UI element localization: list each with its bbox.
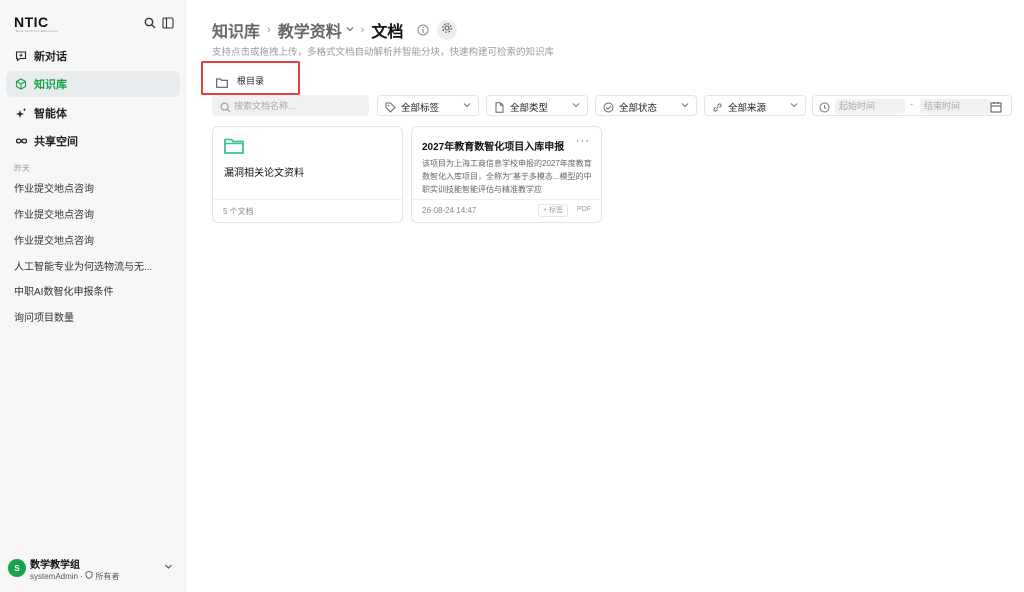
breadcrumb-root[interactable]: 知识库 [212, 18, 260, 42]
breadcrumb-parent[interactable]: 教学资料 [278, 18, 342, 42]
tag-filter-select[interactable]: 全部标签 [377, 95, 479, 116]
chevron-down-icon [572, 101, 580, 111]
root-folder-chip[interactable]: 根目录 [201, 61, 300, 95]
tag-icon [385, 100, 396, 113]
history-item[interactable]: 人工智能专业为何选物流与无... [14, 258, 174, 273]
avatar: S [8, 559, 26, 577]
source-filter-select[interactable]: 全部来源 [704, 95, 806, 116]
folder-icon [216, 75, 228, 88]
chevron-right-icon: › [360, 24, 365, 36]
user-name: 数学教学组 [30, 560, 80, 571]
clock-icon [819, 100, 830, 113]
chat-icon [14, 49, 28, 63]
document-title: 2027年教育数智化项目入库申报 [422, 142, 565, 153]
more-options-button[interactable]: ··· [576, 135, 590, 147]
cube-icon [14, 77, 28, 91]
document-card[interactable]: 2027年教育数智化项目入库申报 ··· 该项目为上海工商信息学校申报的2027… [411, 126, 602, 223]
chevron-down-icon[interactable] [346, 25, 354, 35]
sidebar-toggle-icon[interactable] [161, 16, 175, 30]
nav-label: 新对话 [34, 51, 67, 63]
history-item[interactable]: 作业提交地点咨询 [14, 180, 174, 195]
history-item[interactable]: 作业提交地点咨询 [14, 232, 174, 247]
history-section-label: 昨天 [14, 164, 30, 173]
document-date: 26-08-24 14:47 [422, 206, 477, 215]
add-tag-button[interactable]: + 标签 [538, 204, 569, 217]
document-description: 该项目为上海工商信息学校申报的2027年度教育数智化入库项目，全称为"基于多模态… [422, 159, 592, 194]
nav-new-chat[interactable]: 新对话 [6, 43, 180, 69]
sidebar-header: NTIC New Tech for Education [12, 14, 178, 34]
end-date-input[interactable]: 结束时间 [920, 99, 990, 114]
search-input[interactable] [234, 97, 364, 114]
start-date-input[interactable]: 起始时间 [835, 99, 905, 114]
user-role: systemAdmin · 所有者 [30, 571, 120, 581]
document-search [212, 95, 369, 116]
root-folder-label: 根目录 [237, 76, 265, 86]
status-filter-label: 全部状态 [619, 103, 658, 114]
folder-card[interactable]: 漏洞相关论文资料 5 个文档 [212, 126, 403, 223]
search-icon [220, 100, 231, 113]
card-footer: 5 个文档 [213, 199, 402, 222]
link-icon [712, 100, 723, 112]
chevron-down-icon [463, 101, 471, 111]
date-range-picker: 起始时间 - 结束时间 [812, 95, 1012, 116]
breadcrumb: 知识库 › 教学资料 › 文档 [212, 18, 458, 42]
app-logo[interactable]: NTIC New Tech for Education [14, 14, 58, 33]
nav-agents[interactable]: 智能体 [6, 100, 180, 126]
tag-filter-label: 全部标签 [401, 103, 440, 114]
settings-button[interactable] [437, 20, 458, 40]
calendar-icon[interactable] [990, 100, 1002, 113]
history-item[interactable]: 作业提交地点咨询 [14, 206, 174, 221]
sidebar: NTIC New Tech for Education 新对话 知识库 智能体 共… [0, 0, 186, 592]
chevron-down-icon [681, 101, 689, 111]
info-icon[interactable] [417, 24, 429, 36]
search-icon[interactable] [143, 16, 157, 30]
date-separator: - [910, 99, 913, 109]
sparkle-icon [14, 106, 28, 120]
card-footer: 26-08-24 14:47 + 标签 PDF [412, 199, 601, 222]
gear-icon [441, 21, 453, 39]
chevron-down-icon[interactable] [164, 562, 173, 573]
nav-shared-space[interactable]: 共享空间 [6, 128, 180, 154]
shield-icon [85, 571, 93, 581]
file-type-badge: PDF [577, 206, 591, 213]
chevron-right-icon: › [267, 24, 271, 36]
check-circle-icon [603, 100, 614, 113]
type-filter-select[interactable]: 全部类型 [486, 95, 588, 116]
file-icon [494, 100, 505, 113]
nav-label: 知识库 [34, 79, 67, 91]
page-subtitle: 支持点击或拖拽上传，多格式文档自动解析并智能分块，快速构建可检索的知识库 [212, 47, 555, 58]
infinity-icon [14, 134, 28, 148]
document-count: 5 个文档 [223, 207, 254, 216]
folder-title: 漏洞相关论文资料 [224, 168, 304, 179]
chevron-down-icon [790, 101, 798, 111]
source-filter-label: 全部来源 [728, 103, 767, 114]
history-item[interactable]: 中职AI数智化申报条件 [14, 283, 174, 298]
type-filter-label: 全部类型 [510, 103, 549, 114]
nav-knowledge-base[interactable]: 知识库 [6, 71, 180, 97]
nav-label: 共享空间 [34, 136, 78, 148]
status-filter-select[interactable]: 全部状态 [595, 95, 697, 116]
breadcrumb-current: 文档 [371, 24, 404, 41]
nav-label: 智能体 [34, 108, 67, 120]
user-profile[interactable]: S 数学教学组 systemAdmin · 所有者 [8, 556, 180, 584]
folder-icon [224, 138, 244, 154]
history-item[interactable]: 询问项目数量 [14, 309, 174, 324]
